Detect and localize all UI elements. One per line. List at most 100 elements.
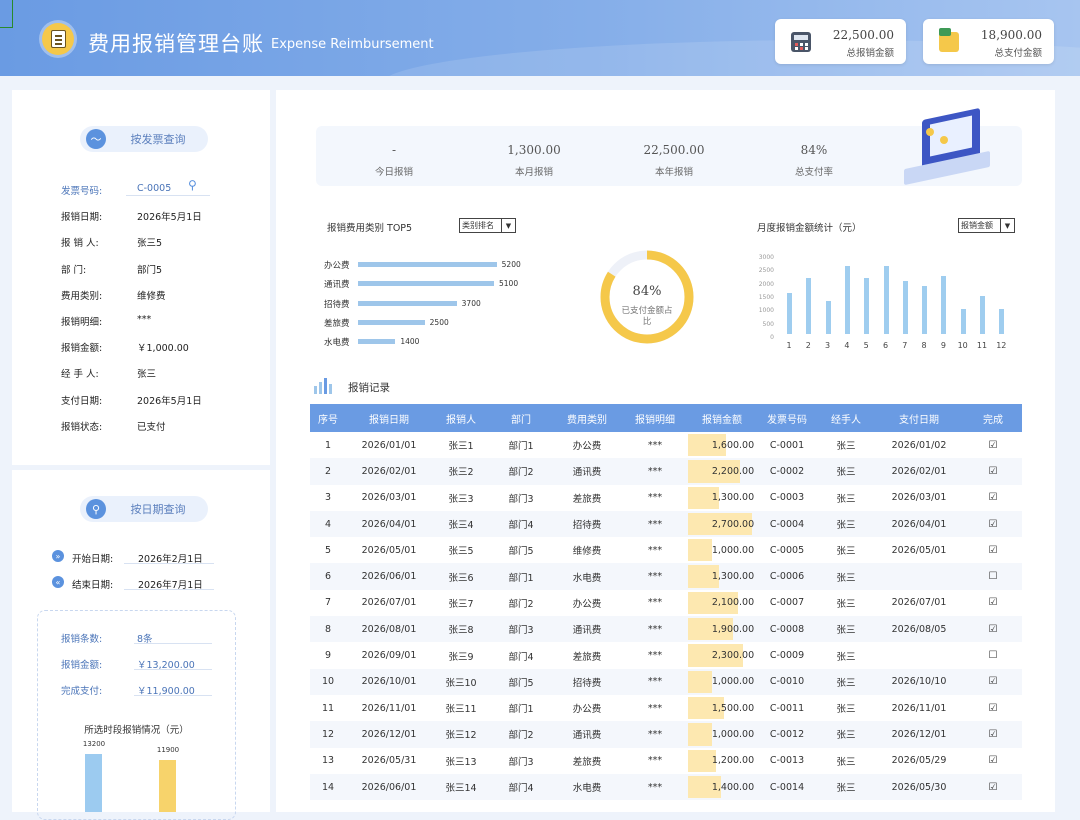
table-cell: 部门1 <box>508 441 534 453</box>
search-icon[interactable]: ⚲ <box>188 178 197 192</box>
start-date-underline <box>124 563 214 564</box>
completion-checkbox[interactable]: ☑ <box>964 458 1022 485</box>
table-cell: 8 <box>310 616 346 643</box>
table-row: 7 2026/07/01 张三7 部门2 办公费 *** 2,100.00 C-0007 张三 2… <box>310 590 1022 616</box>
completion-checkbox[interactable]: ☑ <box>964 590 1022 616</box>
table-cell: 5 <box>324 544 332 556</box>
table-cell: 张三 <box>836 651 856 663</box>
table-cell: 张三 <box>818 510 874 538</box>
completion-checkbox[interactable]: ☑ <box>964 773 1022 801</box>
amount-value: 1,300.00 <box>711 571 755 583</box>
completion-checkbox[interactable]: ☐ <box>964 563 1022 590</box>
invoice-field-label: 部 门: <box>61 264 87 276</box>
category-rank-dropdown-value: 类别排名 <box>462 221 494 230</box>
completion-checkbox[interactable]: ☑ <box>964 510 1022 538</box>
table-cell: 2026/12/01 <box>346 721 432 748</box>
invoice-field-value: 已支付 <box>137 421 166 433</box>
amount-value: 1,500.00 <box>711 702 755 714</box>
table-cell: 部门3 <box>508 493 534 505</box>
top5-bar <box>358 319 425 325</box>
invoice-field-label: 支付日期: <box>61 395 103 407</box>
end-date-label: 结束日期: <box>72 580 114 591</box>
table-cell: 张三 <box>818 563 874 590</box>
invoice-field-row: 报销日期: 2026年5月1日 <box>61 209 202 223</box>
table-cell: 办公费 <box>572 598 602 610</box>
column-header: 费用类别 <box>552 404 622 432</box>
table-cell: 部门3 <box>508 756 534 768</box>
table-cell: 张三 <box>836 546 856 558</box>
table-cell: 张三8 <box>432 616 490 643</box>
table-cell: 2026/01/01 <box>361 439 417 451</box>
table-cell: 2026/11/01 <box>361 702 417 714</box>
completion-checkbox[interactable]: ☐ <box>964 642 1022 668</box>
table-cell: 部门1 <box>508 704 534 716</box>
total-reimbursement-value: 22,500.00 <box>832 28 894 42</box>
completion-checkbox[interactable]: ☑ <box>964 695 1022 721</box>
summary-row: 报销金额: ￥13,200.00 <box>61 657 195 671</box>
total-payment-label: 总支付金额 <box>994 48 1042 59</box>
table-cell: 11 <box>321 702 335 714</box>
invoice-field-label: 费用类别: <box>61 290 103 302</box>
stat-item: 22,500.00 本年报销 <box>624 143 724 178</box>
table-cell: 4 <box>310 510 346 538</box>
amount-value: 1,200.00 <box>711 755 755 767</box>
table-cell: C-0008 <box>756 616 818 643</box>
amount-value: 2,200.00 <box>711 465 755 477</box>
donut-value: 84% <box>632 284 662 299</box>
monthly-title: 月度报销金额统计（元） <box>757 223 862 234</box>
stat-value: 1,300.00 <box>507 143 561 157</box>
page-subtitle: Expense Reimbursement <box>271 37 434 52</box>
table-cell: C-0009 <box>769 650 805 662</box>
table-cell: 张三11 <box>445 704 477 716</box>
monthly-metric-dropdown[interactable]: 报销金额 ▼ <box>958 218 1015 233</box>
invoice-field-label: 报销金额: <box>61 343 103 355</box>
start-date-label: 开始日期: <box>72 554 114 565</box>
completion-checkbox[interactable]: ☑ <box>964 432 1022 458</box>
table-cell: C-0003 <box>769 492 805 504</box>
monthly-y-tick: 2500 <box>758 267 774 275</box>
column-header: 序号 <box>310 404 346 432</box>
category-rank-dropdown[interactable]: 类别排名 ▼ <box>459 218 516 233</box>
completion-checkbox[interactable]: ☑ <box>964 748 1022 774</box>
table-cell: 差旅费 <box>572 756 602 768</box>
completion-checkbox[interactable]: ☑ <box>964 616 1022 643</box>
invoice-field-value[interactable]: C-0005 <box>137 183 171 194</box>
stat-value: 84% <box>800 143 828 157</box>
table-cell: 部门2 <box>490 458 552 485</box>
table-cell: C-0001 <box>769 439 805 451</box>
table-cell: 7 <box>324 597 332 609</box>
date-query-button-label: 按日期查询 <box>130 503 186 516</box>
monthly-bar <box>902 280 908 334</box>
invoice-field-row: 报 销 人: 张三5 <box>61 235 162 249</box>
summary-label: 报销条数: <box>61 634 103 645</box>
completion-checkbox[interactable]: ☑ <box>964 537 1022 563</box>
monthly-x-tick: 5 <box>863 341 869 350</box>
forward-arrow-icon: » <box>52 550 64 562</box>
table-cell: 部门2 <box>508 598 534 610</box>
table-cell: 差旅费 <box>572 651 602 663</box>
completion-checkbox[interactable]: ☑ <box>964 485 1022 511</box>
completion-checkbox[interactable]: ☑ <box>964 721 1022 748</box>
monthly-y-tick: 0 <box>770 333 774 341</box>
completion-checkbox[interactable]: ☑ <box>964 668 1022 695</box>
invoice-field-label: 报销状态: <box>61 421 103 433</box>
monthly-x-tick: 6 <box>882 341 889 350</box>
table-cell: 10 <box>310 668 346 695</box>
invoice-field-row: 经 手 人: 张三 <box>61 366 156 380</box>
table-cell: 2026/02/01 <box>874 458 964 485</box>
table-cell: 2026/07/01 <box>891 597 947 609</box>
stat-item: - 今日报销 <box>344 143 444 178</box>
top5-value-label: 5100 <box>499 279 519 289</box>
table-cell: 1,600.00 <box>688 432 756 458</box>
invoice-field-row: 部 门: 部门5 <box>61 262 162 276</box>
table-row: 4 2026/04/01 张三4 部门4 招待费 *** 2,700.00 C-0004 张三 2… <box>310 510 1022 538</box>
table-row: 1 2026/01/01 张三1 部门1 办公费 *** 1,600.00 C-0001 张三 2… <box>310 432 1022 458</box>
table-cell: 2026/10/10 <box>874 668 964 695</box>
search-icon: ⚲ <box>86 499 106 519</box>
records-table: 序号 报销日期 报销人 部门 费用类别 报销明细 报销金额 发票号码 经手人 支付日期 完成 1 20… <box>310 404 1022 801</box>
table-cell: 张三 <box>836 598 856 610</box>
monthly-bar <box>960 308 966 334</box>
table-cell: 张三14 <box>432 773 490 801</box>
table-cell: *** <box>647 597 663 609</box>
monthly-bar <box>825 301 831 334</box>
